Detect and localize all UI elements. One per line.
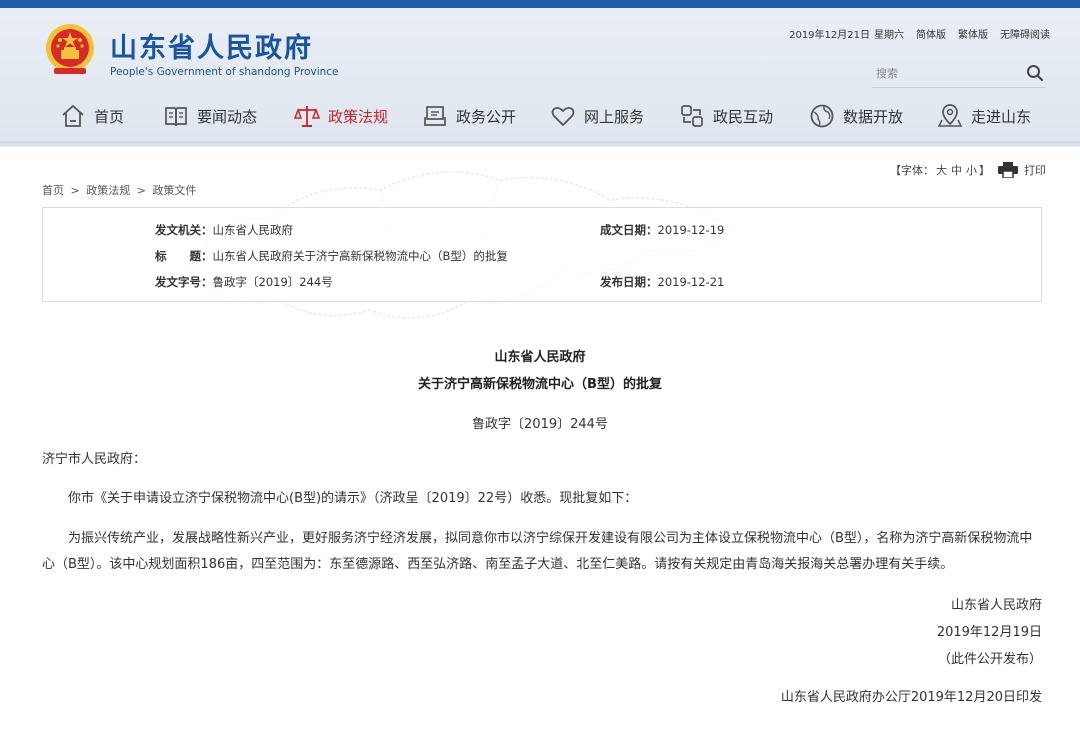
header-divider xyxy=(0,141,1080,147)
simplified-chinese-link[interactable]: 简体版 xyxy=(916,26,946,44)
nav-label: 首页 xyxy=(94,107,125,126)
document-footer-note: 山东省人民政府办公厅2019年12月20日印发 xyxy=(780,690,1042,705)
meta-key: 标 题： xyxy=(155,249,213,263)
meta-value: 山东省人民政府关于济宁高新保税物流中心（B型）的批复 xyxy=(212,249,508,263)
breadcrumb-policy[interactable]: 政策法规 xyxy=(86,184,130,197)
meta-doc-number: 发文字号：鲁政字〔2019〕244号 xyxy=(155,274,333,290)
printer-icon[interactable] xyxy=(998,162,1018,178)
meta-issuer: 发文机关：山东省人民政府 xyxy=(155,222,293,238)
document-number: 鲁政字〔2019〕244号 xyxy=(472,417,608,432)
document-disclosure: （此件公开发布） xyxy=(937,652,1042,667)
globe-icon xyxy=(810,104,834,128)
search-box xyxy=(872,58,1046,88)
font-size-label: 【字体： xyxy=(890,164,934,177)
nav-label: 走进山东 xyxy=(971,107,1032,126)
meta-value: 2019-12-21 xyxy=(657,275,725,289)
page-tools: 【字体： 大 中 小 】 打印 xyxy=(880,160,1046,180)
search-icon[interactable] xyxy=(1026,64,1044,82)
nav-item-open-data[interactable]: 数据开放 xyxy=(809,98,937,134)
meta-key: 成文日期： xyxy=(600,223,658,237)
breadcrumb-policy-docs[interactable]: 政策文件 xyxy=(152,184,196,197)
link-icon xyxy=(681,105,703,127)
meta-title: 标 题：山东省人民政府关于济宁高新保税物流中心（B型）的批复 xyxy=(155,248,508,264)
meta-value: 鲁政字〔2019〕244号 xyxy=(212,275,333,289)
font-size-medium[interactable]: 中 xyxy=(951,162,962,178)
top-links: 2019年12月21日 星期六 简体版 繁体版 无障碍阅读 xyxy=(760,26,1050,44)
nav-item-policy[interactable]: 政策法规 xyxy=(294,98,422,134)
home-icon xyxy=(62,105,84,127)
breadcrumb-separator: > xyxy=(136,184,146,197)
site-subtitle: People's Government of shandong Province xyxy=(110,66,339,78)
breadcrumb-separator: > xyxy=(70,184,80,197)
site-title[interactable]: 山东省人民政府 xyxy=(110,26,313,65)
document-recipient: 济宁市人民政府： xyxy=(42,452,147,467)
breadcrumb: 首页 > 政策法规 > 政策文件 xyxy=(42,182,196,198)
nav-label: 网上服务 xyxy=(584,107,645,126)
current-date: 2019年12月21日 xyxy=(789,30,870,41)
font-size-label-close: 】 xyxy=(979,164,990,177)
breadcrumb-home[interactable]: 首页 xyxy=(42,184,64,197)
nav-item-about-shandong[interactable]: 走进山东 xyxy=(937,98,1047,134)
font-size-large[interactable]: 大 xyxy=(936,162,947,178)
book-icon xyxy=(165,107,187,127)
heart-icon xyxy=(551,106,575,126)
document-paragraph: 你市《关于申请设立济宁保税物流中心(B型)的请示》（济政呈〔2019〕22号）收… xyxy=(68,491,638,506)
meta-key: 发文机关： xyxy=(155,223,213,237)
nav-item-interaction[interactable]: 政民互动 xyxy=(679,98,809,134)
meta-value: 2019-12-19 xyxy=(657,223,725,237)
meta-value: 山东省人民政府 xyxy=(212,223,294,237)
top-strip xyxy=(0,0,1080,8)
nav-item-gov-affairs[interactable]: 政务公开 xyxy=(422,98,550,134)
national-emblem-icon xyxy=(46,24,94,74)
nav-label: 政策法规 xyxy=(328,107,389,126)
scale-icon xyxy=(294,106,320,127)
meta-published: 发布日期：2019-12-21 xyxy=(600,274,724,290)
accessibility-link[interactable]: 无障碍阅读 xyxy=(1000,26,1050,44)
nav-item-news[interactable]: 要闻动态 xyxy=(163,98,294,134)
nav-item-online-service[interactable]: 网上服务 xyxy=(550,98,679,134)
current-weekday: 星期六 xyxy=(874,30,904,41)
tray-icon xyxy=(424,106,446,126)
document-sign-date: 2019年12月19日 xyxy=(936,625,1042,640)
traditional-chinese-link[interactable]: 繁体版 xyxy=(958,26,988,44)
document-meta-box: 发文机关：山东省人民政府 成文日期：2019-12-19 标 题：山东省人民政府… xyxy=(42,207,1042,302)
meta-key: 发文字号： xyxy=(155,275,213,289)
print-button[interactable]: 打印 xyxy=(1024,162,1046,178)
document-issuer-heading: 山东省人民政府 xyxy=(494,350,586,365)
search-input[interactable] xyxy=(876,64,1016,82)
document-signature: 山东省人民政府 xyxy=(950,598,1042,613)
main-nav: 首页 要闻动态 政策法规 政务公开 网上服务 政民互动 数据开放 走进山东 xyxy=(60,98,1050,134)
nav-label: 要闻动态 xyxy=(197,107,258,126)
meta-date-written: 成文日期：2019-12-19 xyxy=(600,222,724,238)
nav-item-home[interactable]: 首页 xyxy=(60,98,163,134)
nav-label: 数据开放 xyxy=(843,107,904,126)
document-paragraph: 为振兴传统产业，发展战略性新兴产业，更好服务济宁经济发展，拟同意你市以济宁综保开… xyxy=(42,531,1033,572)
font-size-small[interactable]: 小 xyxy=(966,162,977,178)
document-title: 关于济宁高新保税物流中心（B型）的批复 xyxy=(418,377,662,392)
nav-label: 政务公开 xyxy=(456,107,517,126)
map-pin-icon xyxy=(937,104,963,127)
meta-key: 发布日期： xyxy=(600,275,658,289)
nav-label: 政民互动 xyxy=(713,107,774,126)
